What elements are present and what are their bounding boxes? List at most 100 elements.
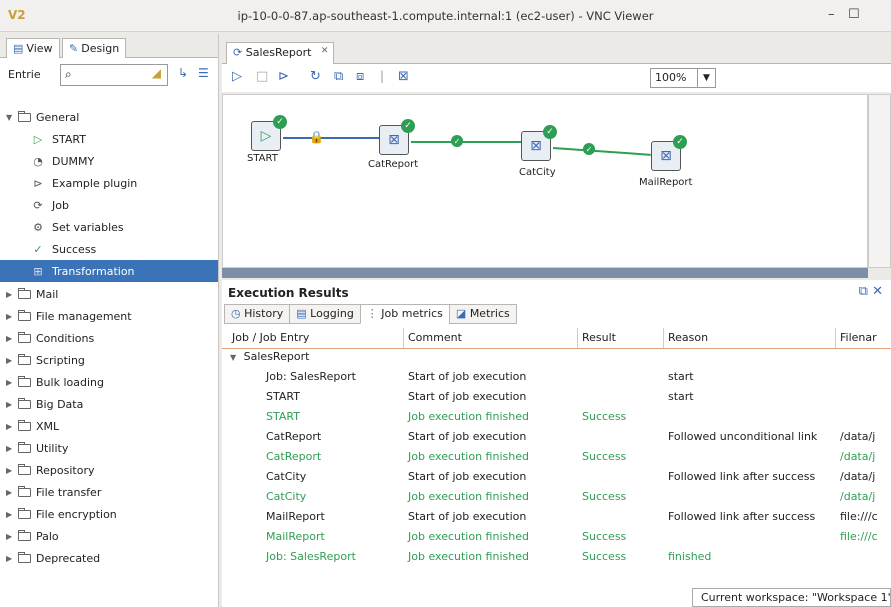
table-row[interactable]: CatCity Start of job execution Followed li… bbox=[222, 470, 891, 490]
hop-start-catreport[interactable] bbox=[283, 137, 379, 139]
plugin-icon: ⊳ bbox=[33, 176, 43, 190]
tree-item-dummy[interactable]: ◔ DUMMY bbox=[30, 150, 94, 172]
chevron-right-icon[interactable]: ▶ bbox=[6, 312, 18, 321]
table-row[interactable]: Job: SalesReport Start of job execution st… bbox=[222, 370, 891, 390]
chevron-right-icon[interactable]: ▶ bbox=[6, 290, 18, 299]
filter-input[interactable]: ⌕ ◢ bbox=[60, 64, 168, 86]
tree-folder-bulk-loading[interactable]: ▶ Bulk loading bbox=[6, 371, 104, 393]
tree-folder-file-transfer[interactable]: ▶ File transfer bbox=[6, 481, 101, 503]
maximize-button[interactable]: ☐ bbox=[848, 7, 860, 22]
minimize-button[interactable]: – bbox=[828, 7, 835, 22]
transform-icon: ⊠ bbox=[530, 138, 542, 154]
tree-folder-scripting[interactable]: ▶ Scripting bbox=[6, 349, 85, 371]
sql-icon[interactable]: ⧉ bbox=[334, 69, 343, 84]
chevron-right-icon[interactable]: ▶ bbox=[6, 510, 18, 519]
layout-icon[interactable]: ⊠ bbox=[398, 69, 409, 84]
filter-row: Entrie ⌕ ◢ ↳ ☰ bbox=[0, 58, 218, 90]
tab-metrics[interactable]: ◪ Metrics bbox=[448, 304, 517, 324]
cell-entry: START bbox=[266, 390, 300, 403]
expand-all-icon[interactable]: ↳ bbox=[178, 66, 188, 80]
tree-folder-repository[interactable]: ▶ Repository bbox=[6, 459, 95, 481]
explore-icon[interactable]: ⧈ bbox=[356, 69, 364, 84]
collapse-all-icon[interactable]: ☰ bbox=[198, 66, 209, 80]
job-canvas[interactable]: ▷ ✓ START 🔒 ⊠ ✓ CatReport ✓ ⊠ ✓ CatCity … bbox=[222, 94, 868, 268]
cell-file: file:///c bbox=[840, 530, 878, 543]
tree-folder-file-encryption[interactable]: ▶ File encryption bbox=[6, 503, 117, 525]
chevron-right-icon[interactable]: ▶ bbox=[6, 378, 18, 387]
tab-view[interactable]: ▤ View bbox=[6, 38, 60, 58]
chevron-right-icon[interactable]: ▶ bbox=[6, 356, 18, 365]
tree-folder-deprecated[interactable]: ▶ Deprecated bbox=[6, 547, 100, 569]
variables-icon: ⚙ bbox=[33, 220, 43, 234]
hop-catcity-mailreport[interactable] bbox=[552, 147, 651, 156]
tree-row-root[interactable]: ▼ SalesReport bbox=[230, 350, 309, 363]
tree-item-success[interactable]: ✓ Success bbox=[30, 238, 96, 260]
chevron-right-icon[interactable]: ▶ bbox=[6, 554, 18, 563]
column-header-filename[interactable]: Filenar bbox=[836, 328, 891, 348]
cell-entry: START bbox=[266, 410, 300, 423]
tree-folder-big-data[interactable]: ▶ Big Data bbox=[6, 393, 83, 415]
table-row[interactable]: Job: SalesReport Job execution finished Su… bbox=[222, 550, 891, 570]
clear-filter-icon[interactable]: ◢ bbox=[152, 66, 161, 80]
chevron-down-icon[interactable]: ▼ bbox=[230, 353, 236, 362]
chevron-right-icon[interactable]: ▶ bbox=[6, 334, 18, 343]
table-row[interactable]: CatCity Job execution finished Success/dat… bbox=[222, 490, 891, 510]
step-label-catcity: CatCity bbox=[519, 167, 556, 178]
close-panel-icon[interactable]: ✕ bbox=[872, 284, 883, 299]
table-row[interactable]: CatReport Start of job execution Followed … bbox=[222, 430, 891, 450]
tab-job-metrics[interactable]: ⋮ Job metrics bbox=[359, 304, 450, 324]
column-header-reason[interactable]: Reason bbox=[664, 328, 836, 348]
tree-item-transformation[interactable]: ⊞ Transformation bbox=[0, 260, 218, 282]
tree-folder-xml[interactable]: ▶ XML bbox=[6, 415, 59, 437]
hop-catreport-catcity[interactable] bbox=[411, 141, 521, 143]
column-header-comment[interactable]: Comment bbox=[404, 328, 578, 348]
tree-item-set-variables[interactable]: ⚙ Set variables bbox=[30, 216, 124, 238]
close-tab-icon[interactable]: ✕ bbox=[321, 46, 329, 56]
chevron-right-icon[interactable]: ▶ bbox=[6, 422, 18, 431]
tree-folder-mail[interactable]: ▶ Mail bbox=[6, 283, 58, 305]
chevron-right-icon[interactable]: ▶ bbox=[6, 400, 18, 409]
cell-entry: Job: SalesReport bbox=[266, 550, 356, 563]
job-icon: ⟳ bbox=[33, 198, 43, 212]
tree-folder-utility[interactable]: ▶ Utility bbox=[6, 437, 68, 459]
tree-folder-general[interactable]: ▼ General bbox=[6, 106, 79, 128]
chevron-right-icon[interactable]: ▶ bbox=[6, 444, 18, 453]
window-titlebar: V2 ip-10-0-0-87.ap-southeast-1.compute.i… bbox=[0, 0, 891, 32]
tree-item-example-plugin[interactable]: ⊳ Example plugin bbox=[30, 172, 137, 194]
chevron-right-icon[interactable]: ▶ bbox=[6, 466, 18, 475]
tree-item-job[interactable]: ⟳ Job bbox=[30, 194, 69, 216]
folder-icon bbox=[18, 287, 31, 299]
cell-reason: finished bbox=[668, 550, 712, 563]
tab-history[interactable]: ◷ History bbox=[224, 304, 291, 324]
tree-folder-palo[interactable]: ▶ Palo bbox=[6, 525, 59, 547]
canvas-horizontal-scrollbar[interactable] bbox=[222, 268, 868, 278]
cell-comment: Start of job execution bbox=[408, 390, 527, 403]
canvas-vertical-scrollbar[interactable] bbox=[868, 94, 891, 268]
tree-item-start[interactable]: ▷ START bbox=[30, 128, 86, 150]
chevron-down-icon[interactable]: ▼ bbox=[697, 69, 715, 87]
tab-design[interactable]: ✎ Design bbox=[62, 38, 127, 58]
table-row[interactable]: CatReport Job execution finished Success/d… bbox=[222, 450, 891, 470]
maximize-panel-icon[interactable]: ⧉ bbox=[859, 284, 868, 299]
chevron-down-icon[interactable]: ▼ bbox=[6, 113, 18, 122]
table-row[interactable]: MailReport Start of job execution Followed… bbox=[222, 510, 891, 530]
zoom-select[interactable]: 100% ▼ bbox=[650, 68, 716, 88]
table-row[interactable]: START Start of job execution start bbox=[222, 390, 891, 410]
table-row[interactable]: MailReport Job execution finished Success f… bbox=[222, 530, 891, 550]
success-icon: ✓ bbox=[33, 242, 43, 256]
tree-folder-file-management[interactable]: ▶ File management bbox=[6, 305, 132, 327]
column-header-entry[interactable]: Job / Job Entry bbox=[228, 328, 404, 348]
replay-icon[interactable]: ↻ bbox=[310, 69, 321, 84]
column-header-result[interactable]: Result bbox=[578, 328, 664, 348]
tree-folder-conditions[interactable]: ▶ Conditions bbox=[6, 327, 94, 349]
run-icon[interactable]: ▷ bbox=[232, 69, 242, 84]
chevron-right-icon[interactable]: ▶ bbox=[6, 532, 18, 541]
cell-comment: Job execution finished bbox=[408, 410, 529, 423]
stop-icon[interactable]: □ bbox=[256, 69, 268, 84]
tab-salesreport[interactable]: ⟳ SalesReport ✕ bbox=[226, 42, 335, 64]
chevron-right-icon[interactable]: ▶ bbox=[6, 488, 18, 497]
preview-icon[interactable]: ⊳ bbox=[278, 69, 289, 84]
cell-comment: Start of job execution bbox=[408, 470, 527, 483]
table-row[interactable]: START Job execution finished Success bbox=[222, 410, 891, 430]
tab-logging[interactable]: ▤ Logging bbox=[289, 304, 361, 324]
